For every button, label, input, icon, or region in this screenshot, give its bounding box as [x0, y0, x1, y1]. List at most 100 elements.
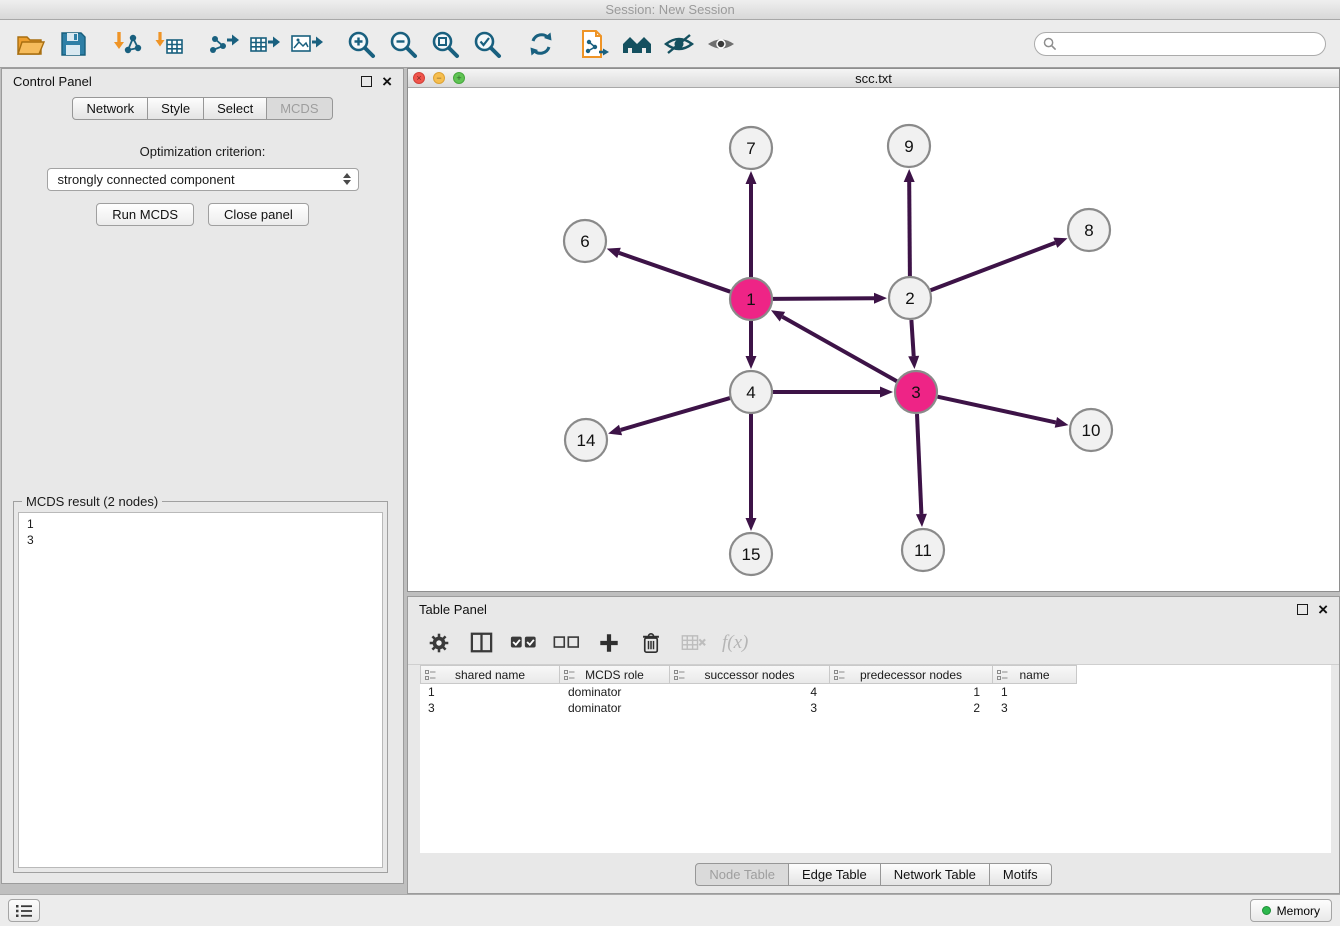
- table-row[interactable]: 1dominator411: [420, 684, 1331, 700]
- optimization-criterion-select[interactable]: strongly connected component: [47, 168, 359, 191]
- delete-row-button[interactable]: [638, 628, 664, 658]
- delete-columns-button[interactable]: [680, 628, 706, 658]
- save-floppy-icon: [58, 30, 88, 58]
- graph-edge-arrow: [608, 425, 622, 436]
- float-table-panel-icon[interactable]: [1297, 604, 1308, 615]
- toggle-columns-button[interactable]: [468, 628, 494, 658]
- tab-network-table[interactable]: Network Table: [881, 863, 990, 886]
- window-minimize-icon[interactable]: −: [433, 72, 445, 84]
- search-icon: [1043, 37, 1056, 50]
- column-header-label: name: [1019, 668, 1049, 682]
- graph-node-label: 7: [746, 139, 755, 158]
- eye-slash-icon: [663, 31, 695, 57]
- import-table-button[interactable]: [148, 24, 190, 64]
- tab-edge-table[interactable]: Edge Table: [789, 863, 881, 886]
- tab-style[interactable]: Style: [148, 97, 204, 120]
- zoom-in-button[interactable]: [340, 24, 382, 64]
- tab-motifs[interactable]: Motifs: [990, 863, 1052, 886]
- search-input[interactable]: [1061, 37, 1317, 51]
- export-table-button[interactable]: [244, 24, 286, 64]
- eye-button[interactable]: [700, 24, 742, 64]
- table-cell: 3: [420, 700, 560, 716]
- deselect-all-button[interactable]: [553, 628, 580, 658]
- import-network-icon: [111, 30, 143, 58]
- home-icon: [620, 31, 654, 57]
- column-header-label: shared name: [455, 668, 525, 682]
- zoom-fit-button[interactable]: [424, 24, 466, 64]
- mcds-result-title: MCDS result (2 nodes): [22, 494, 162, 509]
- column-header-label: MCDS role: [585, 668, 644, 682]
- memory-button[interactable]: Memory: [1250, 899, 1332, 922]
- graph-edge-arrow: [916, 514, 927, 527]
- table-cell: dominator: [560, 700, 670, 716]
- table-cell: 3: [670, 700, 830, 716]
- table-cell: 1: [993, 684, 1077, 700]
- table-body: 1dominator4113dominator323: [420, 684, 1331, 716]
- graph-edge-3-10[interactable]: [938, 397, 1056, 423]
- gear-icon: [428, 632, 450, 654]
- save-session-button[interactable]: [52, 24, 94, 64]
- graph-edge-1-6[interactable]: [619, 253, 730, 292]
- optimization-criterion-label: Optimization criterion:: [2, 144, 403, 159]
- export-image-button[interactable]: [286, 24, 328, 64]
- zoom-selected-button[interactable]: [466, 24, 508, 64]
- table-settings-button[interactable]: [426, 628, 452, 658]
- function-builder-button[interactable]: f(x): [722, 628, 748, 658]
- graph-node-label: 3: [911, 383, 920, 402]
- export-web-button[interactable]: [574, 24, 616, 64]
- select-all-button[interactable]: [510, 628, 537, 658]
- status-bar: Memory: [0, 894, 1340, 926]
- column-header-shared-name[interactable]: shared name: [420, 665, 560, 684]
- export-network-icon: [207, 30, 239, 58]
- graph-edge-4-14[interactable]: [621, 398, 730, 430]
- graph-edge-3-1[interactable]: [782, 317, 896, 382]
- run-mcds-button[interactable]: Run MCDS: [96, 203, 194, 226]
- list-icon: [16, 905, 32, 917]
- control-panel-title: Control Panel: [13, 74, 92, 89]
- tab-node-table[interactable]: Node Table: [695, 863, 789, 886]
- control-panel-header: Control Panel ×: [2, 69, 403, 93]
- graph-node-label: 4: [746, 383, 755, 402]
- table-row[interactable]: 3dominator323: [420, 700, 1331, 716]
- network-canvas-svg[interactable]: 7968124314101511: [408, 88, 1339, 591]
- column-header-predecessor-nodes[interactable]: predecessor nodes: [830, 665, 993, 684]
- mcds-result-list[interactable]: 13: [18, 512, 383, 868]
- table-toolbar: f(x): [408, 621, 1339, 665]
- column-header-successor-nodes[interactable]: successor nodes: [670, 665, 830, 684]
- window-close-icon[interactable]: ×: [413, 72, 425, 84]
- refresh-icon: [526, 29, 556, 59]
- network-window-title: scc.txt: [855, 71, 892, 86]
- graph-edge-2-3[interactable]: [911, 320, 913, 356]
- graph-node-label: 2: [905, 289, 914, 308]
- graph-node-label: 8: [1084, 221, 1093, 240]
- toggle-visibility-button[interactable]: [658, 24, 700, 64]
- zoom-in-icon: [346, 29, 376, 59]
- close-panel-icon[interactable]: ×: [382, 76, 392, 87]
- export-web-icon: [579, 29, 611, 59]
- tab-network[interactable]: Network: [72, 97, 148, 120]
- export-network-button[interactable]: [202, 24, 244, 64]
- main-toolbar: [0, 20, 1340, 68]
- import-network-button[interactable]: [106, 24, 148, 64]
- close-panel-button[interactable]: Close panel: [208, 203, 309, 226]
- tab-select[interactable]: Select: [204, 97, 267, 120]
- task-history-button[interactable]: [8, 899, 40, 922]
- add-column-button[interactable]: [596, 628, 622, 658]
- graph-edge-1-2[interactable]: [773, 298, 874, 299]
- column-header-mcds-role[interactable]: MCDS role: [560, 665, 670, 684]
- window-zoom-icon[interactable]: +: [453, 72, 465, 84]
- refresh-view-button[interactable]: [520, 24, 562, 64]
- column-header-name[interactable]: name: [993, 665, 1077, 684]
- graph-edge-2-8[interactable]: [931, 243, 1056, 290]
- float-panel-icon[interactable]: [361, 76, 372, 87]
- close-table-panel-icon[interactable]: ×: [1318, 604, 1328, 615]
- zoom-out-button[interactable]: [382, 24, 424, 64]
- tab-mcds[interactable]: MCDS: [267, 97, 332, 120]
- control-panel-tabs: Network Style Select MCDS: [2, 97, 403, 120]
- open-session-button[interactable]: [10, 24, 52, 64]
- home-button[interactable]: [616, 24, 658, 64]
- graph-edge-2-9[interactable]: [909, 182, 910, 276]
- export-image-icon: [290, 30, 324, 58]
- graph-edge-3-11[interactable]: [917, 414, 921, 514]
- column-header-label: predecessor nodes: [860, 668, 962, 682]
